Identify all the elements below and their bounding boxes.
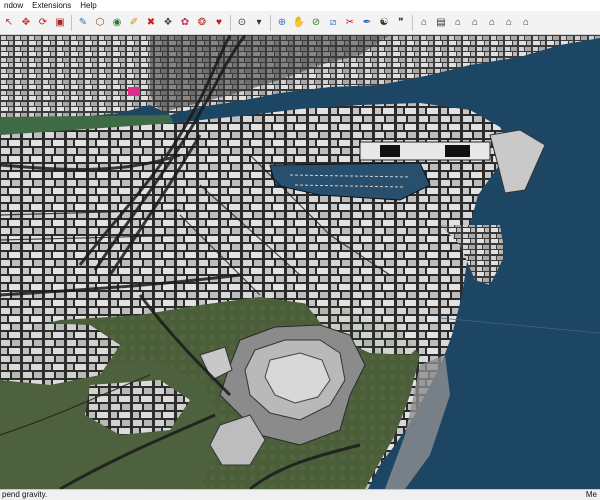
select-icon[interactable]: ↖ [2, 15, 16, 31]
toolbar-separator [412, 14, 413, 31]
front-view-icon[interactable]: ⌂ [468, 15, 482, 31]
tape-icon[interactable]: ✂ [343, 15, 357, 31]
paint-bucket-icon[interactable]: ◉ [110, 15, 124, 31]
northwest-city [0, 35, 150, 123]
scale-icon[interactable]: ▣ [53, 15, 67, 31]
measurements-label: Me [585, 490, 597, 499]
section-plane-icon[interactable]: ⧄ [326, 15, 340, 31]
eraser-icon[interactable]: ✐ [127, 15, 141, 31]
zoom-extents-icon[interactable]: ⊙ [235, 15, 249, 31]
position-camera-icon[interactable]: ⊕ [275, 15, 289, 31]
model-viewport[interactable] [0, 35, 600, 489]
pushpull-icon[interactable]: ✎ [76, 15, 90, 31]
toolbar-separator [230, 14, 231, 31]
protractor-icon[interactable]: ✒ [360, 15, 374, 31]
move-icon[interactable]: ✥ [19, 15, 33, 31]
right-view-icon[interactable]: ⌂ [485, 15, 499, 31]
top-view-icon[interactable]: ⌂ [451, 15, 465, 31]
city-3d-model [0, 35, 600, 489]
walk-icon[interactable]: ⊘ [309, 15, 323, 31]
footprints-icon[interactable]: ❞ [394, 15, 408, 31]
menu-window[interactable]: ndow [0, 0, 28, 11]
layers-icon[interactable]: ♥ [212, 15, 226, 31]
materials-icon[interactable]: ✿ [178, 15, 192, 31]
walkthrough-icon[interactable]: ☯ [377, 15, 391, 31]
menu-bar: ndow Extensions Help [0, 0, 600, 11]
rotate-icon[interactable]: ⟳ [36, 15, 50, 31]
toolbar-separator [71, 14, 72, 31]
offset-icon[interactable]: ⬡ [93, 15, 107, 31]
components-icon[interactable]: ❖ [161, 15, 175, 31]
menu-help[interactable]: Help [76, 0, 101, 11]
look-around-icon[interactable]: ✋ [292, 15, 306, 31]
left-view-icon[interactable]: ⌂ [519, 15, 533, 31]
status-bar: pend gravity. Me [0, 489, 600, 500]
iso-view-icon[interactable]: ⌂ [417, 15, 431, 31]
status-message: pend gravity. [2, 490, 48, 499]
save-icon[interactable]: ▤ [434, 15, 448, 31]
toolbar: ↖ ✥ ⟳ ▣ ✎ ⬡ ◉ ✐ ✖ ❖ ✿ ❂ ♥ ⊙ ▾ ⊕ ✋ ⊘ ⧄ ✂ ✒ ☯ ❞ ⌂ ▤ ⌂ ⌂ ⌂ ⌂ ⌂ [0, 11, 600, 35]
toolbar-separator [270, 14, 271, 31]
menu-extensions[interactable]: Extensions [28, 0, 76, 11]
chevron-down-icon[interactable]: ▾ [252, 15, 266, 31]
close-x-icon[interactable]: ✖ [144, 15, 158, 31]
back-view-icon[interactable]: ⌂ [502, 15, 516, 31]
landmark-marker [128, 87, 140, 96]
styles-icon[interactable]: ❂ [195, 15, 209, 31]
